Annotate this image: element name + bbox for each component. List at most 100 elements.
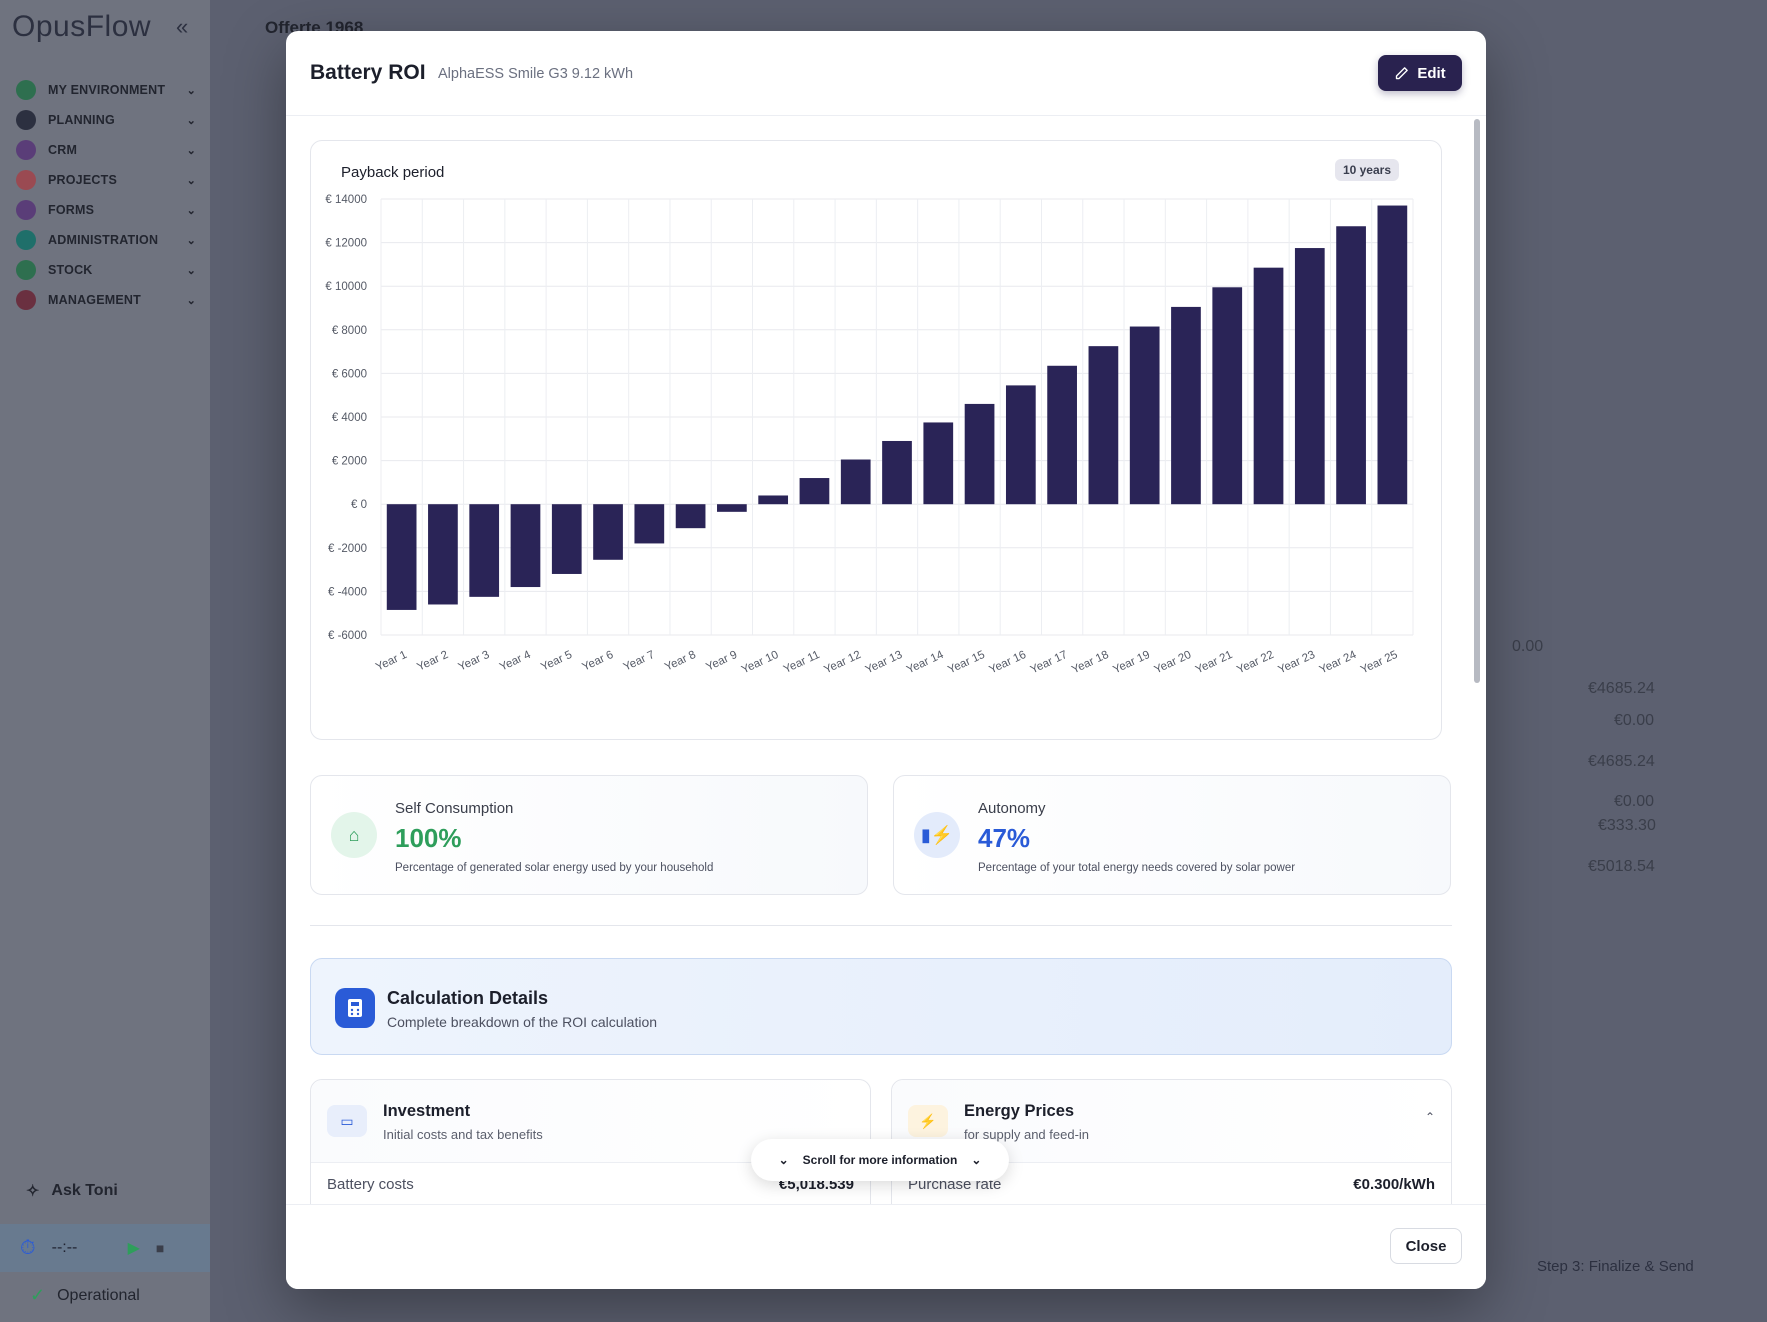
home-icon: ⌂ [331,812,377,858]
autonomy-desc: Percentage of your total energy needs co… [978,862,1296,874]
check-circle-icon: ✓ [30,1285,46,1305]
module-icon [16,80,36,100]
x-tick-label: Year 11 [782,649,822,676]
calculation-details-title: Calculation Details [387,988,549,1008]
ask-toni-button[interactable]: ✧ Ask Toni [26,1181,118,1201]
close-button[interactable]: Close [1390,1228,1462,1264]
bar [799,478,830,505]
module-icon [16,110,36,130]
y-tick-label: € 8000 [332,325,367,337]
calculation-details-subtitle: Complete breakdown of the ROI calculatio… [387,1014,658,1030]
self-consumption-desc: Percentage of generated solar energy use… [395,862,714,874]
pencil-icon [1396,66,1409,79]
y-tick-label: € 10000 [325,281,367,293]
investment-title: Investment [383,1102,471,1120]
y-tick-label: € 14000 [325,194,367,206]
module-icon [16,230,36,250]
calculation-details-card: Calculation Details Complete breakdown o… [310,958,1452,1055]
self-consumption-value: 100% [395,823,462,853]
y-tick-label: € 2000 [332,456,367,468]
x-tick-label: Year 7 [622,649,657,674]
sidebar-item-planning[interactable]: PLANNING ⌄ [16,105,196,135]
chevron-down-icon: ⌄ [186,234,196,247]
sidebar-item-my-environment[interactable]: MY ENVIRONMENT ⌄ [16,75,196,105]
x-tick-label: Year 4 [498,649,533,674]
x-tick-label: Year 16 [987,649,1028,676]
collapse-sidebar-icon[interactable]: « [176,14,188,40]
purchase-rate-value: €0.300/kWh [1353,1176,1435,1193]
scroll-hint-button[interactable]: ⌄ Scroll for more information ⌄ [751,1139,1009,1181]
sidebar-item-projects[interactable]: PROJECTS ⌄ [16,165,196,195]
chevron-down-icon: ⌄ [971,1153,982,1167]
autonomy-label: Autonomy [978,800,1046,817]
chevron-down-icon: ⌄ [186,174,196,187]
energy-prices-title: Energy Prices [964,1102,1075,1120]
bar [1129,326,1160,505]
module-icon [16,260,36,280]
sidebar-nav: MY ENVIRONMENT ⌄ PLANNING ⌄ CRM ⌄ PROJECTS ⌄ FOR… [16,75,196,315]
stop-icon[interactable]: ■ [156,1240,164,1256]
sidebar-item-label: ADMINISTRATION [48,233,159,247]
x-tick-label: Year 1 [374,649,409,674]
bar [428,504,458,605]
bar [1212,287,1243,505]
section-divider [310,925,1452,926]
sidebar: OpusFlow « MY ENVIRONMENT ⌄ PLANNING ⌄ CRM ⌄ P… [0,0,210,1322]
chevron-up-icon[interactable]: ⌃ [1425,1110,1435,1124]
bar [1047,365,1077,505]
chevron-down-icon: ⌄ [186,264,196,277]
bg-value: €4685.24 [1588,680,1655,697]
payback-bar-chart: € -6000 € -4000 € -2000 € 0 € 2000 € 4000 € 60… [325,194,1414,677]
x-tick-label: Year 24 [1318,649,1359,677]
bar [1005,385,1036,505]
self-consumption-label: Self Consumption [395,800,514,817]
x-tick-label: Year 6 [580,649,615,674]
bar [1294,248,1325,505]
bar [593,504,623,560]
x-tick-label: Year 13 [864,649,905,676]
bg-value: €4685.24 [1588,753,1655,770]
x-tick-label: Year 19 [1111,649,1152,676]
y-tick-label: € 0 [351,499,367,511]
status-label: Operational [57,1286,140,1304]
bar [840,459,871,505]
bg-value: €333.30 [1598,817,1656,834]
sidebar-item-label: PLANNING [48,113,115,127]
sidebar-item-crm[interactable]: CRM ⌄ [16,135,196,165]
bar [551,504,582,574]
bar [964,403,995,505]
modal-scrollbar[interactable] [1474,119,1480,683]
x-tick-label: Year 20 [1153,649,1194,676]
bar [634,504,665,544]
sidebar-item-label: CRM [48,143,78,157]
app-logo: OpusFlow [12,10,152,43]
y-tick-label: € -4000 [328,586,367,598]
sidebar-item-forms[interactable]: FORMS ⌄ [16,195,196,225]
module-icon [16,170,36,190]
battery-costs-label: Battery costs [327,1176,414,1193]
sidebar-item-management[interactable]: MANAGEMENT ⌄ [16,285,196,315]
autonomy-value: 47% [978,823,1031,853]
x-tick-label: Year 3 [457,649,492,674]
chevron-down-icon: ⌄ [186,84,196,97]
modal-header: Battery ROI AlphaESS Smile G3 9.12 kWh E… [286,31,1486,116]
bg-value: €5018.54 [1588,858,1655,875]
y-tick-label: € 4000 [332,412,367,424]
bar [469,504,500,597]
edit-button[interactable]: Edit [1378,55,1462,91]
battery-charging-icon: ▮⚡ [914,812,960,858]
sidebar-item-label: MANAGEMENT [48,293,141,307]
modal-body: Payback period 10 years € -6000 € -4000 € … [286,117,1486,1204]
chevron-down-icon: ⌄ [778,1153,789,1167]
sparkle-icon: ✧ [26,1183,40,1200]
x-tick-label: Year 5 [539,649,574,674]
payback-chart-card: Payback period 10 years € -6000 € -4000 € … [310,140,1442,740]
x-tick-label: Year 22 [1235,649,1276,676]
x-tick-label: Year 9 [704,649,739,674]
sidebar-item-stock[interactable]: STOCK ⌄ [16,255,196,285]
play-icon[interactable]: ▶ [128,1238,140,1258]
x-tick-label: Year 23 [1276,649,1317,676]
chevron-down-icon: ⌄ [186,144,196,157]
sidebar-item-administration[interactable]: ADMINISTRATION ⌄ [16,225,196,255]
next-step-link[interactable]: Step 3: Finalize & Send [1537,1258,1694,1275]
